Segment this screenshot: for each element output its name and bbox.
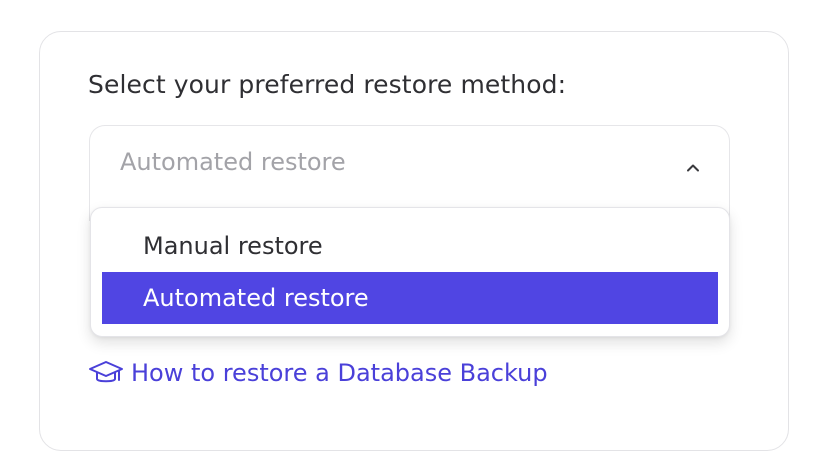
restore-method-dropdown-menu: Manual restore Automated restore <box>90 207 730 337</box>
restore-method-label: Select your preferred restore method: <box>88 70 567 99</box>
help-link[interactable]: How to restore a Database Backup <box>88 354 548 392</box>
option-automated-restore[interactable]: Automated restore <box>102 272 718 324</box>
help-link-label: How to restore a Database Backup <box>131 359 548 387</box>
option-manual-restore[interactable]: Manual restore <box>102 220 718 272</box>
graduation-cap-icon <box>89 361 123 383</box>
select-current-value: Automated restore <box>120 148 346 176</box>
chevron-up-icon[interactable] <box>684 159 702 177</box>
